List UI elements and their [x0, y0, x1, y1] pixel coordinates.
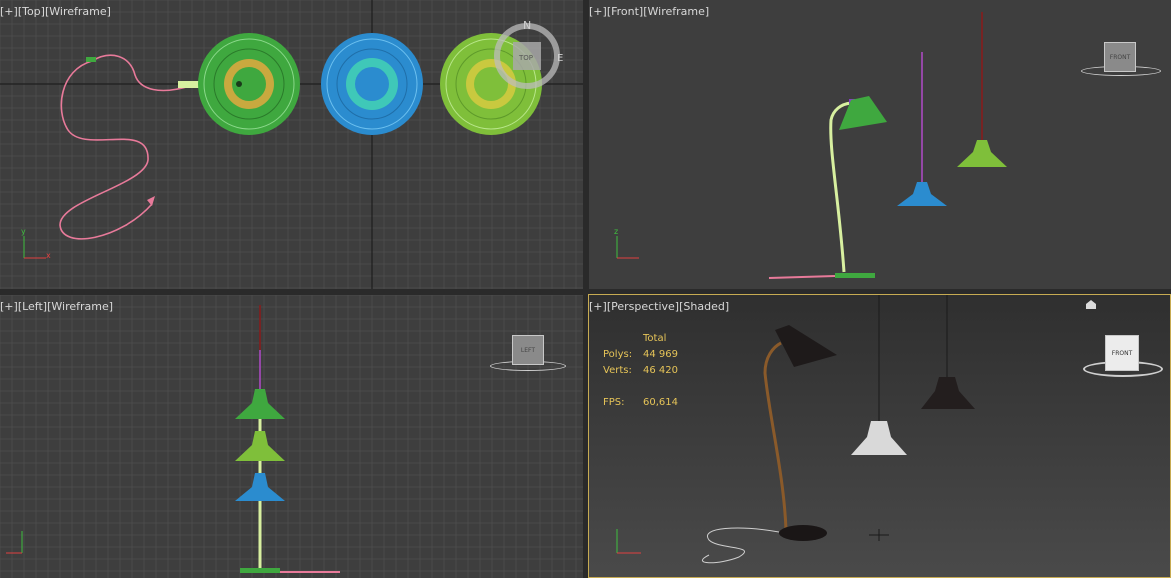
axis-gizmo: z: [614, 227, 639, 259]
stats-polys-label: Polys:: [603, 349, 633, 360]
stats-header: Total: [643, 333, 667, 344]
lamp-cord: [59, 60, 153, 240]
top-view-canvas[interactable]: N E TOP y x: [0, 0, 583, 289]
viewport-shading-menu[interactable]: [Wireframe]: [45, 5, 111, 18]
pendant-white-shade: [851, 421, 907, 455]
viewcube-left[interactable]: LEFT: [490, 333, 570, 373]
viewport-label-front: [+][Front][Wireframe]: [589, 5, 709, 18]
stats-verts-value: 46 420: [643, 365, 678, 376]
viewport-view-menu[interactable]: [Perspective]: [607, 300, 679, 313]
compass-east-label: E: [557, 53, 563, 64]
home-icon[interactable]: [1086, 300, 1096, 309]
viewport-left[interactable]: [+][Left][Wireframe] LEFT: [0, 295, 583, 578]
pendant-lightgreen-shade: [957, 140, 1007, 167]
plug: [147, 196, 155, 206]
lamp-shade-blue-top: [321, 33, 423, 135]
viewport-shading-menu[interactable]: [Wireframe]: [643, 5, 709, 18]
floor-lamp-stand: [763, 341, 788, 531]
viewport-shading-menu[interactable]: [Wireframe]: [47, 300, 113, 313]
floor-lamp-shade: [839, 96, 887, 130]
stats-verts-label: Verts:: [603, 365, 632, 376]
viewport-label-perspective: [+][Perspective][Shaded]: [589, 300, 729, 313]
shade-lightgreen-left: [235, 431, 285, 461]
viewport-top[interactable]: N E TOP y x [+][Top][Wireframe]: [0, 0, 583, 289]
axis-x-label: x: [46, 251, 51, 260]
pendant-dark-shade: [921, 377, 975, 409]
viewcube-perspective[interactable]: FRONT: [1081, 331, 1169, 383]
viewcube-front[interactable]: FRONT: [1081, 38, 1171, 78]
floor-lamp-cord: [768, 275, 836, 279]
viewcube-face[interactable]: FRONT: [1104, 42, 1136, 72]
viewport-menu-plus[interactable]: [+]: [0, 300, 18, 313]
viewport-menu-plus[interactable]: [+]: [0, 5, 18, 18]
viewport-perspective[interactable]: [+][Perspective][Shaded] Total Polys: 44 …: [589, 295, 1171, 578]
stats-polys-value: 44 969: [643, 349, 678, 360]
shade-green-left: [235, 389, 285, 419]
floor-lamp-base: [835, 273, 875, 278]
floor-lamp-cord: [701, 527, 780, 564]
stats-fps-label: FPS:: [603, 397, 625, 408]
viewport-label-top: [+][Top][Wireframe]: [0, 5, 111, 18]
axis-gizmo: [6, 531, 23, 554]
viewport-shading-menu[interactable]: [Shaded]: [679, 300, 729, 313]
pivot-crosshair-icon: [869, 529, 889, 541]
viewport-view-menu[interactable]: [Front]: [607, 5, 643, 18]
viewcube-top-label[interactable]: TOP: [518, 54, 533, 62]
viewport-front[interactable]: z [+][Front][Wireframe] FRONT: [589, 0, 1171, 289]
axis-gizmo: [616, 529, 641, 554]
cord-switch: [86, 57, 96, 62]
pendant-blue-shade: [897, 182, 947, 206]
viewport-menu-plus[interactable]: [+]: [589, 300, 607, 313]
lamp-cord-top: [91, 54, 191, 92]
floor-lamp-base: [779, 525, 827, 541]
axis-z-label: z: [614, 227, 618, 236]
statistics-overlay: Total Polys: 44 969 Verts: 46 420 FPS: 60,6…: [603, 331, 678, 411]
floor-lamp-base: [240, 568, 280, 573]
viewport-label-left: [+][Left][Wireframe]: [0, 300, 113, 313]
lamp-shade-green-top: [198, 33, 300, 135]
axis-y-label: y: [21, 227, 26, 236]
viewcube-face[interactable]: FRONT: [1105, 335, 1139, 371]
viewport-menu-plus[interactable]: [+]: [589, 5, 607, 18]
viewcube-face[interactable]: LEFT: [512, 335, 544, 365]
viewport-view-menu[interactable]: [Left]: [18, 300, 47, 313]
compass-north-label: N: [523, 19, 531, 32]
viewport-view-menu[interactable]: [Top]: [18, 5, 45, 18]
floor-lamp-shade: [775, 325, 837, 367]
stats-fps-value: 60,614: [643, 397, 678, 408]
